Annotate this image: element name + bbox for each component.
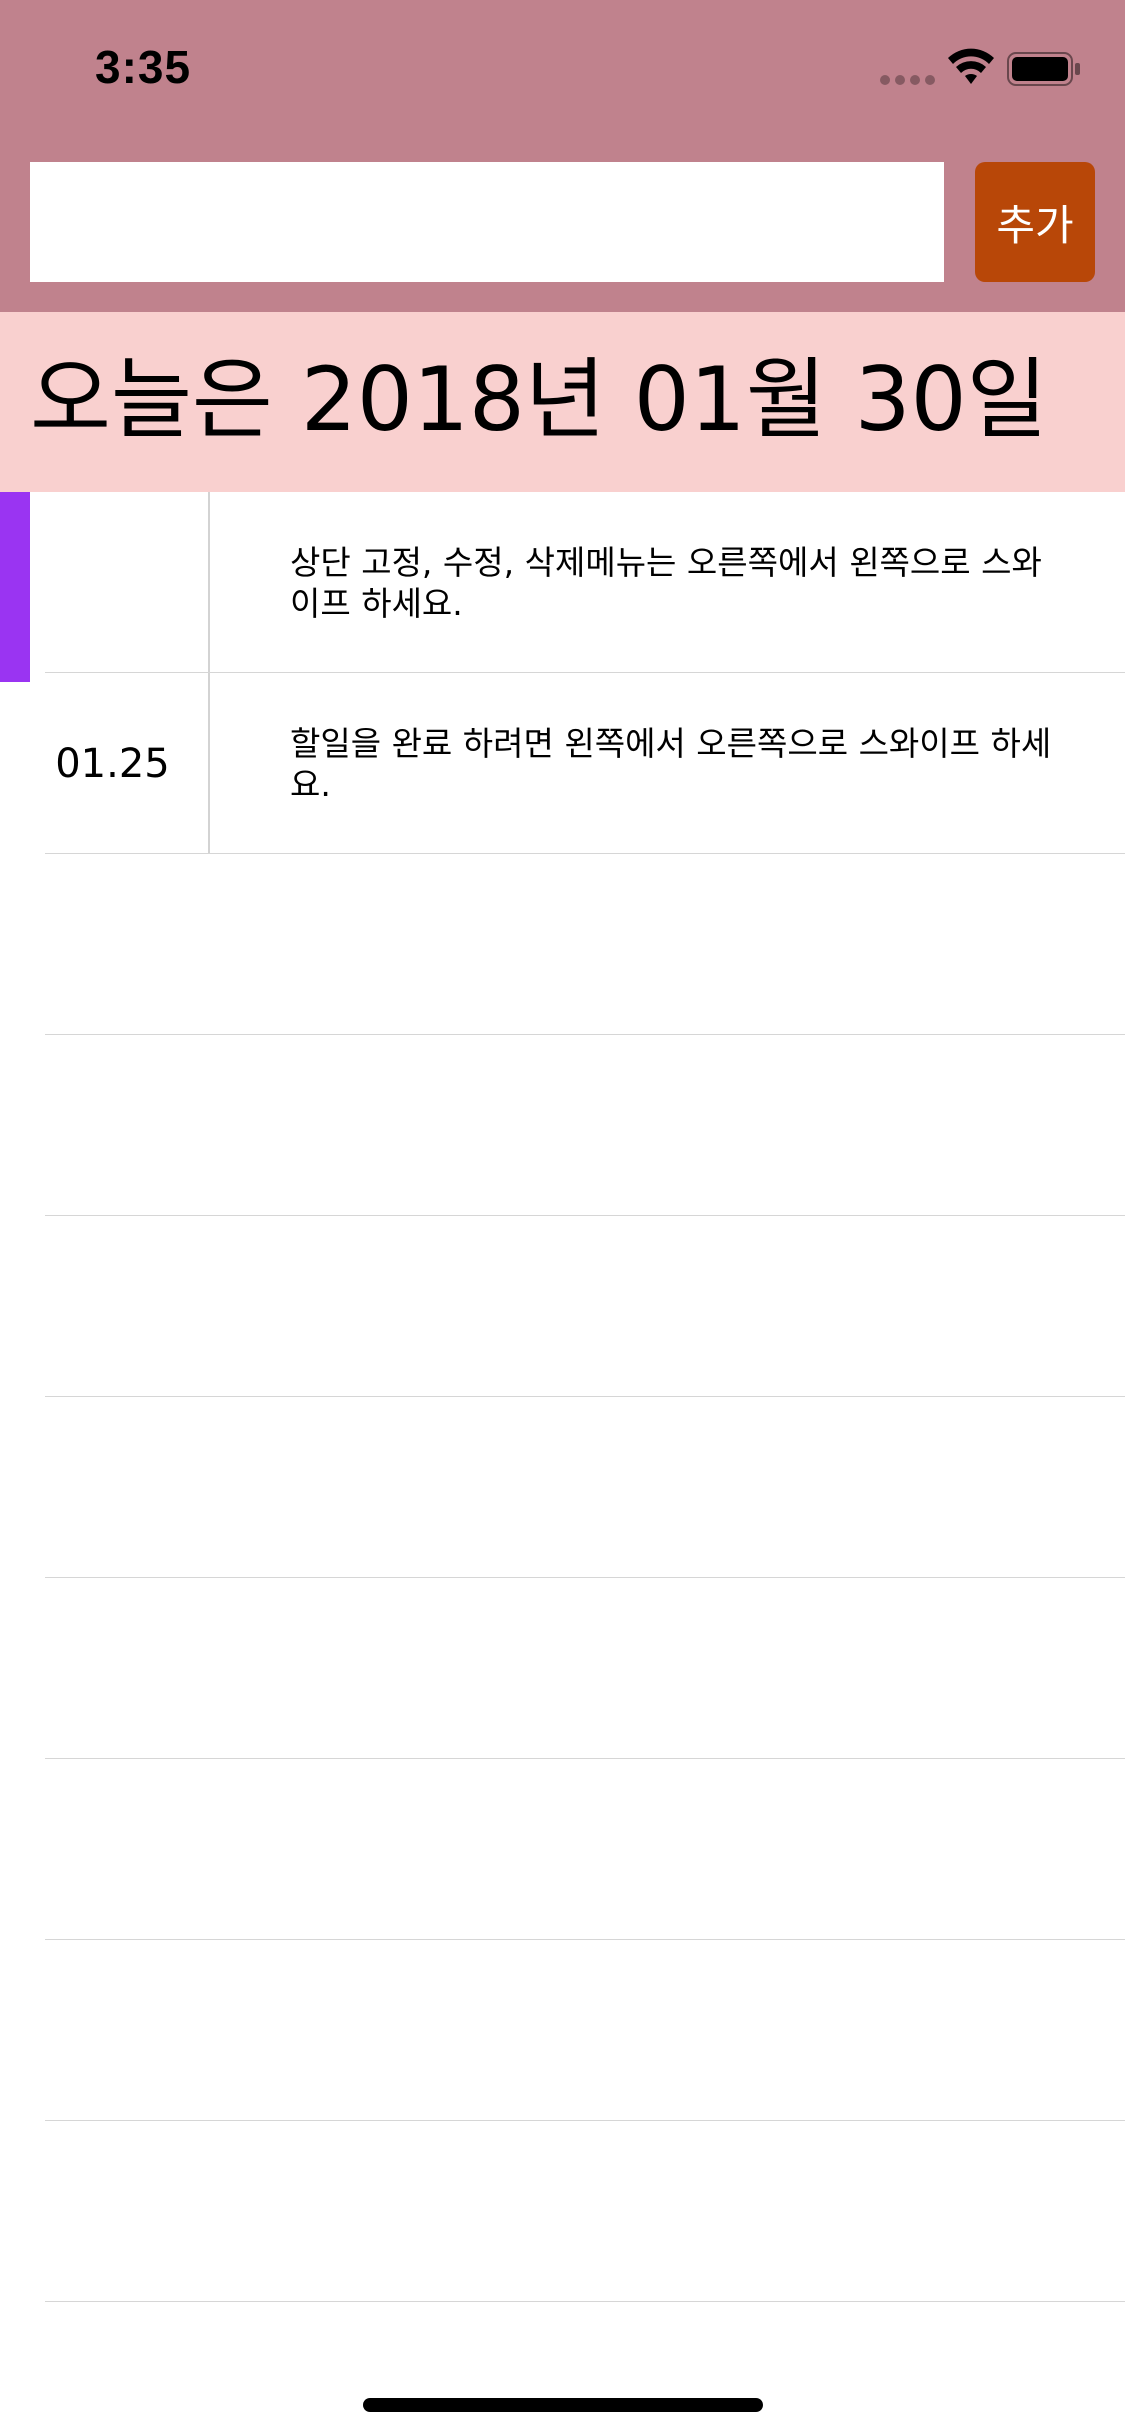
- column-divider: [208, 673, 210, 854]
- todo-text: 상단 고정, 수정, 삭제메뉴는 오른쪽에서 왼쪽으로 스와이프 하세요.: [290, 542, 1042, 623]
- wifi-icon: [948, 48, 994, 84]
- todo-date: [45, 492, 180, 673]
- date-banner: 오늘은 2018년 01월 30일: [0, 312, 1125, 492]
- empty-row: [0, 1035, 1125, 1216]
- pin-marker: [0, 492, 30, 682]
- status-bar: 3:35: [0, 0, 1125, 132]
- date-title: 오늘은 2018년 01월 30일: [30, 348, 1048, 451]
- input-row: 추가: [0, 162, 1125, 282]
- empty-row: [0, 1578, 1125, 1759]
- empty-row: [0, 1397, 1125, 1578]
- empty-row: [0, 1940, 1125, 2121]
- empty-row: [0, 1759, 1125, 1940]
- empty-row: [0, 2121, 1125, 2302]
- empty-row: [0, 854, 1125, 1035]
- status-time: 3:35: [95, 41, 192, 93]
- header: 3:35 추가: [0, 0, 1125, 312]
- empty-row: [0, 1216, 1125, 1397]
- todo-row[interactable]: 상단 고정, 수정, 삭제메뉴는 오른쪽에서 왼쪽으로 스와이프 하세요.: [0, 492, 1125, 682]
- add-button[interactable]: 추가: [975, 162, 1095, 282]
- todo-text: 할일을 완료 하려면 왼쪽에서 오른쪽으로 스와이프 하세요.: [290, 723, 1052, 804]
- column-divider: [208, 492, 210, 673]
- row-separator: [45, 2301, 1125, 2302]
- cellular-dots-icon: [880, 75, 936, 87]
- todo-date: 01.25: [55, 740, 170, 787]
- todo-row[interactable]: 01.25 할일을 완료 하려면 왼쪽에서 오른쪽으로 스와이프 하세요.: [0, 673, 1125, 854]
- home-indicator[interactable]: [363, 2398, 763, 2412]
- todo-input[interactable]: [30, 162, 944, 282]
- battery-icon: [1007, 52, 1080, 86]
